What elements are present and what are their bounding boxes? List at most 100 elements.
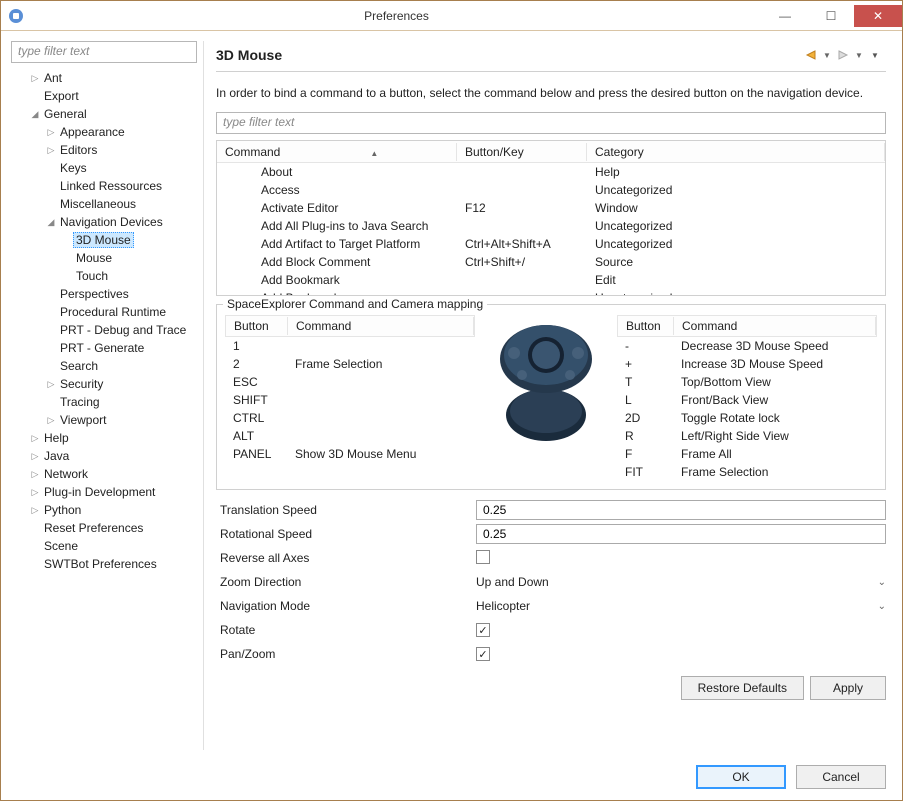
tree-item[interactable]: ▷Plug-in Development [11,483,197,501]
tree-item[interactable]: ▷Editors [11,141,197,159]
apply-button[interactable]: Apply [810,676,886,700]
col-category[interactable]: Category [587,143,885,161]
sidebar-filter-input[interactable]: type filter text [11,41,197,63]
table-row[interactable]: FFrame All [617,445,877,463]
table-row[interactable]: -Decrease 3D Mouse Speed [617,337,877,355]
panzoom-checkbox[interactable]: ✓ [476,647,490,661]
left-col-button[interactable]: Button [226,317,288,335]
tree-item[interactable]: ▷SWTBot Preferences [11,555,197,573]
cancel-button[interactable]: Cancel [796,765,886,789]
expand-icon[interactable]: ▷ [45,127,57,138]
forward-menu-icon[interactable]: ▼ [854,48,864,62]
forward-icon[interactable] [832,48,854,62]
tree-item[interactable]: ▷Keys [11,159,197,177]
tree-item[interactable]: ▷Scene [11,537,197,555]
expand-icon[interactable]: ▷ [29,505,41,516]
table-row[interactable]: ALT [225,427,475,445]
minimize-button[interactable]: — [762,5,808,27]
tree-item[interactable]: ▷Viewport [11,411,197,429]
table-row[interactable]: RLeft/Right Side View [617,427,877,445]
expand-icon[interactable]: ◢ [29,109,41,120]
right-col-button[interactable]: Button [618,317,674,335]
table-row[interactable]: Add Block CommentCtrl+Shift+/Source [217,253,885,271]
table-row[interactable]: ESC [225,373,475,391]
tree-item[interactable]: ▷Security [11,375,197,393]
table-row[interactable]: PANELShow 3D Mouse Menu [225,445,475,463]
table-row[interactable]: TTop/Bottom View [617,373,877,391]
left-col-command[interactable]: Command [288,317,474,335]
expand-icon[interactable]: ▷ [45,415,57,426]
table-row[interactable]: FITFrame Selection [617,463,877,481]
translation-speed-input[interactable] [476,500,886,520]
tree-item[interactable]: ▷Mouse [11,249,197,267]
reverse-axes-checkbox[interactable] [476,550,490,564]
tree-item[interactable]: ▷Ant [11,69,197,87]
expand-icon[interactable]: ▷ [29,73,41,84]
table-row[interactable]: LFront/Back View [617,391,877,409]
table-row[interactable]: 1 [225,337,475,355]
tree-item[interactable]: ▷Reset Preferences [11,519,197,537]
col-buttonkey[interactable]: Button/Key [457,143,587,161]
tree-item[interactable]: ▷Export [11,87,197,105]
tree-item[interactable]: ▷Help [11,429,197,447]
tree-item[interactable]: ▷PRT - Generate [11,339,197,357]
tree-item[interactable]: ▷Appearance [11,123,197,141]
table-row[interactable]: Add All Plug-ins to Java SearchUncategor… [217,217,885,235]
expand-icon[interactable]: ▷ [29,487,41,498]
table-row[interactable]: AccessUncategorized [217,181,885,199]
tree-item[interactable]: ▷Miscellaneous [11,195,197,213]
table-row[interactable]: AboutHelp [217,163,885,181]
close-button[interactable]: ✕ [854,5,902,27]
table-row[interactable]: Add Artifact to Target PlatformCtrl+Alt+… [217,235,885,253]
tree-item[interactable]: ▷Network [11,465,197,483]
table-row[interactable]: Add BookmarkEdit [217,271,885,289]
expand-icon[interactable]: ▷ [29,433,41,444]
expand-icon[interactable]: ▷ [29,469,41,480]
translation-speed-label: Translation Speed [216,503,476,517]
tree-item[interactable]: ◢Navigation Devices [11,213,197,231]
command-table: Command▲ Button/Key Category AboutHelpAc… [216,140,886,296]
expand-icon[interactable]: ▷ [29,451,41,462]
col-command[interactable]: Command▲ [217,143,457,161]
tree-item[interactable]: ▷Python [11,501,197,519]
tree-item[interactable]: ▷3D Mouse [11,231,197,249]
table-row[interactable]: 2DToggle Rotate lock [617,409,877,427]
tree-item[interactable]: ▷Java [11,447,197,465]
navigation-mode-select[interactable]: Helicopter [476,599,878,613]
tree-item-label: Appearance [57,125,128,139]
restore-defaults-button[interactable]: Restore Defaults [681,676,804,700]
tree-item[interactable]: ◢General [11,105,197,123]
tree-item[interactable]: ▷Perspectives [11,285,197,303]
tree-item[interactable]: ▷Procedural Runtime [11,303,197,321]
tree-item-label: Editors [57,143,100,157]
tree-item[interactable]: ▷PRT - Debug and Trace [11,321,197,339]
tree-item[interactable]: ▷Linked Ressources [11,177,197,195]
expand-icon[interactable]: ▷ [45,145,57,156]
command-filter-input[interactable]: type filter text [216,112,886,134]
table-row[interactable]: Activate EditorF12Window [217,199,885,217]
view-menu-icon[interactable]: ▼ [864,48,886,62]
rotate-checkbox[interactable]: ✓ [476,623,490,637]
maximize-button[interactable]: ☐ [808,5,854,27]
preferences-window: Preferences — ☐ ✕ type filter text ▷Ant▷… [0,0,903,801]
table-row[interactable]: 2Frame Selection [225,355,475,373]
zoom-direction-select[interactable]: Up and Down [476,575,878,589]
tree-item-label: Search [57,359,101,373]
rotational-speed-input[interactable] [476,524,886,544]
tree-item[interactable]: ▷Search [11,357,197,375]
ok-button[interactable]: OK [696,765,786,789]
back-icon[interactable] [800,48,822,62]
expand-icon[interactable]: ▷ [45,379,57,390]
tree-item[interactable]: ▷Tracing [11,393,197,411]
back-menu-icon[interactable]: ▼ [822,48,832,62]
window-title: Preferences [31,9,762,23]
right-col-command[interactable]: Command [674,317,876,335]
preferences-tree[interactable]: ▷Ant▷Export◢General▷Appearance▷Editors▷K… [11,67,197,750]
table-row[interactable]: SHIFT [225,391,475,409]
tree-item-label: Java [41,449,72,463]
table-row[interactable]: Add BookmarkUncategorized [217,289,885,295]
expand-icon[interactable]: ◢ [45,217,57,228]
table-row[interactable]: CTRL [225,409,475,427]
table-row[interactable]: +Increase 3D Mouse Speed [617,355,877,373]
tree-item[interactable]: ▷Touch [11,267,197,285]
